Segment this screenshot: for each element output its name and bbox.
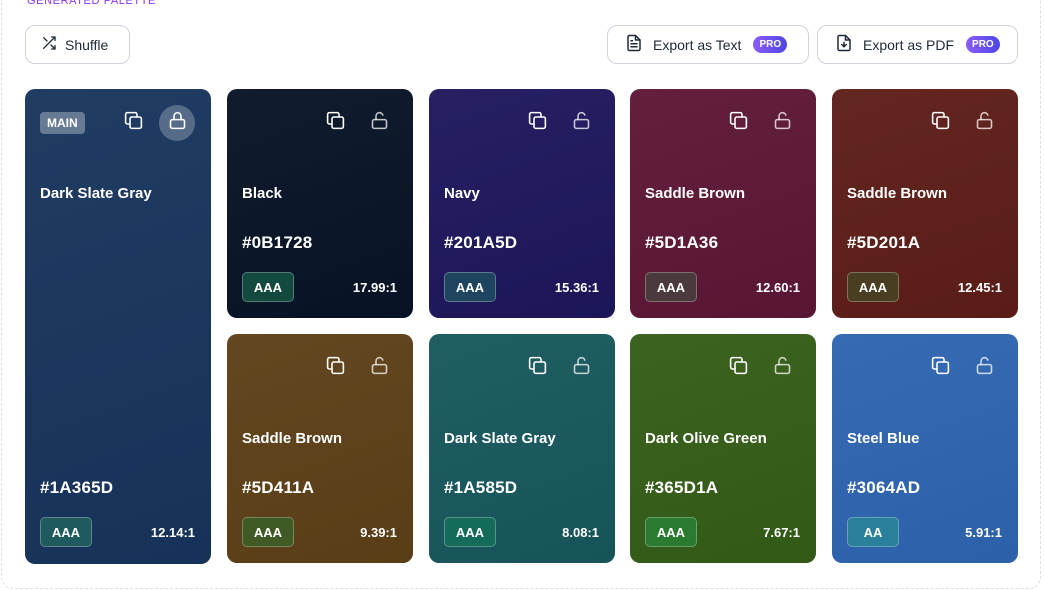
lock-button[interactable] [966, 105, 1002, 141]
contrast-ratio: 15.36:1 [554, 280, 599, 295]
color-name: Steel Blue [847, 430, 920, 447]
export-text-label: Export as Text [653, 36, 742, 53]
color-card[interactable]: Saddle Brown #5D411A AAA 9.39:1 [227, 334, 413, 563]
copy-button[interactable] [922, 105, 958, 141]
lock-button[interactable] [361, 350, 397, 386]
lock-button[interactable] [563, 105, 599, 141]
shuffle-icon [41, 35, 57, 54]
color-hex[interactable]: #3064AD [847, 478, 920, 498]
color-hex[interactable]: #5D411A [242, 478, 314, 498]
color-card[interactable]: Steel Blue #3064AD AA 5.91:1 [832, 334, 1018, 563]
lock-button[interactable] [563, 350, 599, 386]
copy-button[interactable] [720, 105, 756, 141]
unlock-icon [974, 110, 995, 136]
unlock-icon [369, 110, 390, 136]
lock-button[interactable] [764, 350, 800, 386]
color-name: Black [242, 185, 283, 202]
color-hex[interactable]: #1A365D [40, 478, 113, 498]
lock-icon [167, 110, 188, 136]
contrast-ratio: 7.67:1 [763, 525, 800, 540]
color-name: Dark Slate Gray [444, 430, 556, 447]
contrast-rating-badge: AAA [40, 517, 92, 547]
copy-button[interactable] [519, 105, 555, 141]
color-card[interactable]: Dark Slate Gray #1A585D AAA 8.08:1 [429, 334, 615, 563]
contrast-ratio: 17.99:1 [352, 280, 397, 295]
color-hex[interactable]: #5D1A36 [645, 233, 718, 253]
contrast-ratio: 8.08:1 [562, 525, 599, 540]
lock-button[interactable] [966, 350, 1002, 386]
contrast-rating-badge: AAA [444, 272, 496, 302]
shuffle-label: Shuffle [65, 36, 109, 53]
color-hex[interactable]: #0B1728 [242, 233, 312, 253]
color-card[interactable]: Navy #201A5D AAA 15.36:1 [429, 89, 615, 318]
color-name: Saddle Brown [242, 430, 343, 447]
pro-badge: PRO [966, 36, 1000, 53]
color-card[interactable]: Black #0B1728 AAA 17.99:1 [227, 89, 413, 318]
color-name: Saddle Brown [645, 185, 746, 202]
export-pdf-button[interactable]: Export as PDF PRO [817, 25, 1018, 64]
copy-icon [728, 355, 749, 381]
export-text-button[interactable]: Export as Text PRO [607, 25, 809, 64]
contrast-ratio: 12.14:1 [150, 525, 195, 540]
copy-icon [527, 355, 548, 381]
copy-icon [930, 110, 951, 136]
copy-button[interactable] [519, 350, 555, 386]
unlock-icon [571, 110, 592, 136]
contrast-ratio: 9.39:1 [360, 525, 397, 540]
file-text-icon [625, 34, 643, 55]
copy-icon [325, 110, 346, 136]
color-name: Navy [444, 185, 480, 202]
color-name: Dark Slate Gray [40, 185, 152, 202]
copy-button[interactable] [115, 105, 151, 141]
contrast-rating-badge: AAA [242, 272, 294, 302]
contrast-ratio: 12.60:1 [755, 280, 800, 295]
copy-button[interactable] [317, 350, 353, 386]
main-tag: MAIN [40, 112, 85, 134]
contrast-ratio: 12.45:1 [957, 280, 1002, 295]
export-pdf-label: Export as PDF [863, 36, 955, 53]
unlock-icon [772, 355, 793, 381]
unlock-icon [772, 110, 793, 136]
copy-button[interactable] [720, 350, 756, 386]
file-download-icon [835, 34, 853, 55]
copy-icon [325, 355, 346, 381]
color-hex[interactable]: #201A5D [444, 233, 517, 253]
unlock-icon [974, 355, 995, 381]
color-card[interactable]: Saddle Brown #5D1A36 AAA 12.60:1 [630, 89, 816, 318]
unlock-icon [369, 355, 390, 381]
contrast-rating-badge: AAA [242, 517, 294, 547]
copy-icon [527, 110, 548, 136]
contrast-rating-badge: AAA [847, 272, 899, 302]
copy-icon [930, 355, 951, 381]
color-hex[interactable]: #365D1A [645, 478, 718, 498]
color-card[interactable]: Saddle Brown #5D201A AAA 12.45:1 [832, 89, 1018, 318]
lock-button[interactable] [159, 105, 195, 141]
color-card[interactable]: Dark Olive Green #365D1A AAA 7.67:1 [630, 334, 816, 563]
color-name: Dark Olive Green [645, 430, 767, 447]
contrast-rating-badge: AAA [645, 517, 697, 547]
contrast-rating-badge: AAA [645, 272, 697, 302]
color-hex[interactable]: #5D201A [847, 233, 920, 253]
color-name: Saddle Brown [847, 185, 948, 202]
contrast-ratio: 5.91:1 [965, 525, 1002, 540]
pro-badge: PRO [753, 36, 788, 53]
unlock-icon [571, 355, 592, 381]
copy-button[interactable] [317, 105, 353, 141]
shuffle-button[interactable]: Shuffle [25, 25, 130, 64]
lock-button[interactable] [764, 105, 800, 141]
lock-button[interactable] [361, 105, 397, 141]
color-hex[interactable]: #1A585D [444, 478, 517, 498]
color-card-main[interactable]: MAIN Dark Slate Gray #1A365D AAA 12.14:1 [25, 89, 211, 564]
copy-icon [728, 110, 749, 136]
section-label: GENERATED PALETTE [20, 0, 163, 8]
contrast-rating-badge: AAA [444, 517, 496, 547]
copy-icon [123, 110, 144, 136]
contrast-rating-badge: AA [847, 517, 899, 547]
copy-button[interactable] [922, 350, 958, 386]
